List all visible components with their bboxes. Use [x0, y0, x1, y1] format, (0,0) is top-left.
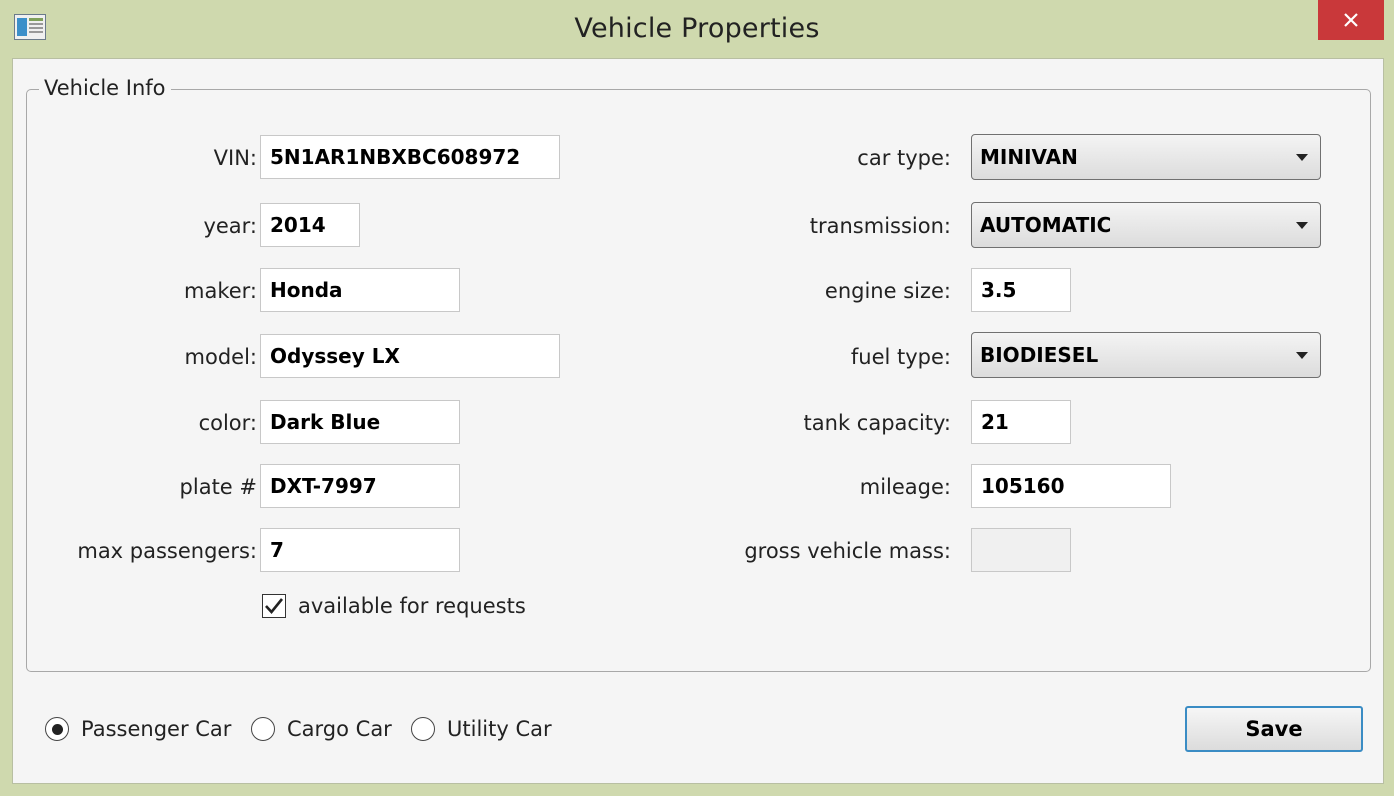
car-type-value: MINIVAN — [980, 145, 1078, 169]
radio-button[interactable] — [411, 717, 435, 741]
model-field[interactable]: Odyssey LX — [260, 334, 560, 378]
mileage-field[interactable]: 105160 — [971, 464, 1171, 508]
transmission-label: transmission: — [809, 214, 951, 238]
radio-label: Passenger Car — [81, 717, 232, 741]
chevron-down-icon — [1296, 154, 1308, 161]
fuel-type-value: BIODIESEL — [980, 343, 1099, 367]
fuel-type-select[interactable]: BIODIESEL — [971, 332, 1321, 378]
checkmark-icon — [265, 598, 284, 614]
plate-label: plate # — [179, 475, 257, 499]
plate-field[interactable]: DXT-7997 — [260, 464, 460, 508]
transmission-select[interactable]: AUTOMATIC — [971, 202, 1321, 248]
vin-label: VIN: — [213, 146, 257, 170]
radio-label: Cargo Car — [287, 717, 392, 741]
radio-button[interactable] — [251, 717, 275, 741]
transmission-value: AUTOMATIC — [980, 213, 1112, 237]
radio-selected-dot — [51, 723, 63, 735]
vehicle-info-group: Vehicle Info VIN: 5N1AR1NBXBC608972 year… — [26, 76, 1371, 672]
available-checkbox-row[interactable]: available for requests — [262, 594, 526, 618]
tank-capacity-field[interactable]: 21 — [971, 400, 1071, 444]
group-title: Vehicle Info — [39, 76, 171, 100]
color-field[interactable]: Dark Blue — [260, 400, 460, 444]
chevron-down-icon — [1296, 222, 1308, 229]
window-client: Vehicle Info VIN: 5N1AR1NBXBC608972 year… — [12, 58, 1384, 784]
max-passengers-field[interactable]: 7 — [260, 528, 460, 572]
gross-vehicle-mass-field[interactable] — [971, 528, 1071, 572]
chevron-down-icon — [1296, 352, 1308, 359]
engine-size-field[interactable]: 3.5 — [971, 268, 1071, 312]
title-bar: Vehicle Properties — [0, 0, 1394, 58]
window-title: Vehicle Properties — [574, 13, 820, 44]
engine-size-label: engine size: — [824, 279, 951, 303]
close-button[interactable] — [1318, 0, 1384, 40]
color-label: color: — [198, 411, 257, 435]
fuel-type-label: fuel type: — [850, 345, 951, 369]
max-passengers-label: max passengers: — [77, 539, 257, 563]
mileage-label: mileage: — [859, 475, 951, 499]
gross-vehicle-mass-label: gross vehicle mass: — [744, 539, 951, 563]
save-button[interactable]: Save — [1185, 706, 1363, 752]
maker-field[interactable]: Honda — [260, 268, 460, 312]
radio-cargo-car[interactable]: Cargo Car — [251, 717, 392, 741]
tank-capacity-label: tank capacity: — [803, 411, 951, 435]
radio-button[interactable] — [45, 717, 69, 741]
car-type-label: car type: — [857, 146, 951, 170]
maker-label: maker: — [184, 279, 257, 303]
model-label: model: — [184, 345, 257, 369]
radio-label: Utility Car — [447, 717, 552, 741]
year-field[interactable]: 2014 — [260, 203, 360, 247]
close-icon — [1344, 13, 1358, 27]
available-label: available for requests — [298, 594, 526, 618]
radio-utility-car[interactable]: Utility Car — [411, 717, 552, 741]
car-type-select[interactable]: MINIVAN — [971, 134, 1321, 180]
available-checkbox[interactable] — [262, 594, 286, 618]
year-label: year: — [203, 214, 257, 238]
radio-passenger-car[interactable]: Passenger Car — [45, 717, 231, 741]
vin-field[interactable]: 5N1AR1NBXBC608972 — [260, 135, 560, 179]
